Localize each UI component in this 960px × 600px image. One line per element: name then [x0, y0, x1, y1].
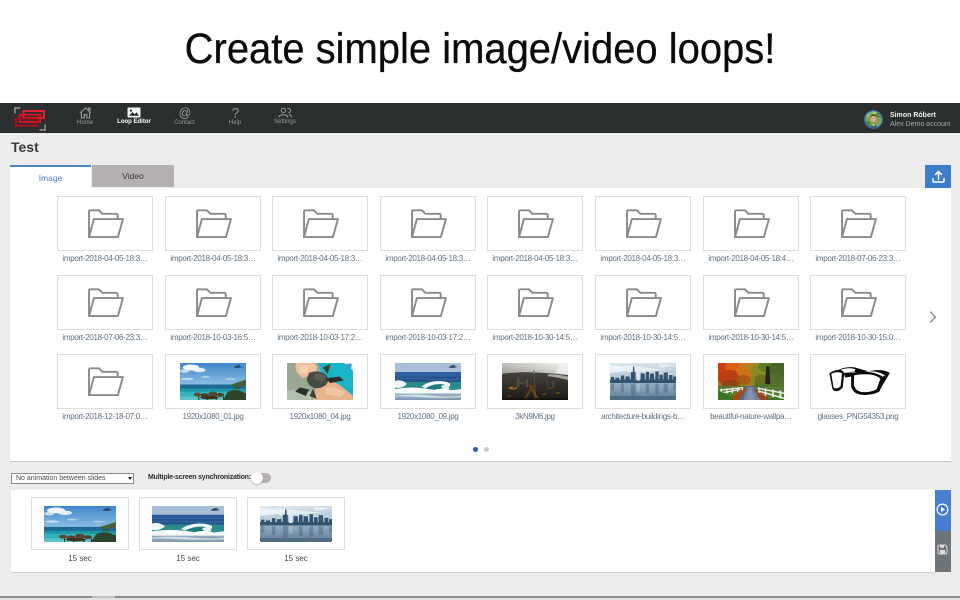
svg-text:@: @ [179, 107, 191, 119]
svg-text:?: ? [231, 107, 239, 119]
